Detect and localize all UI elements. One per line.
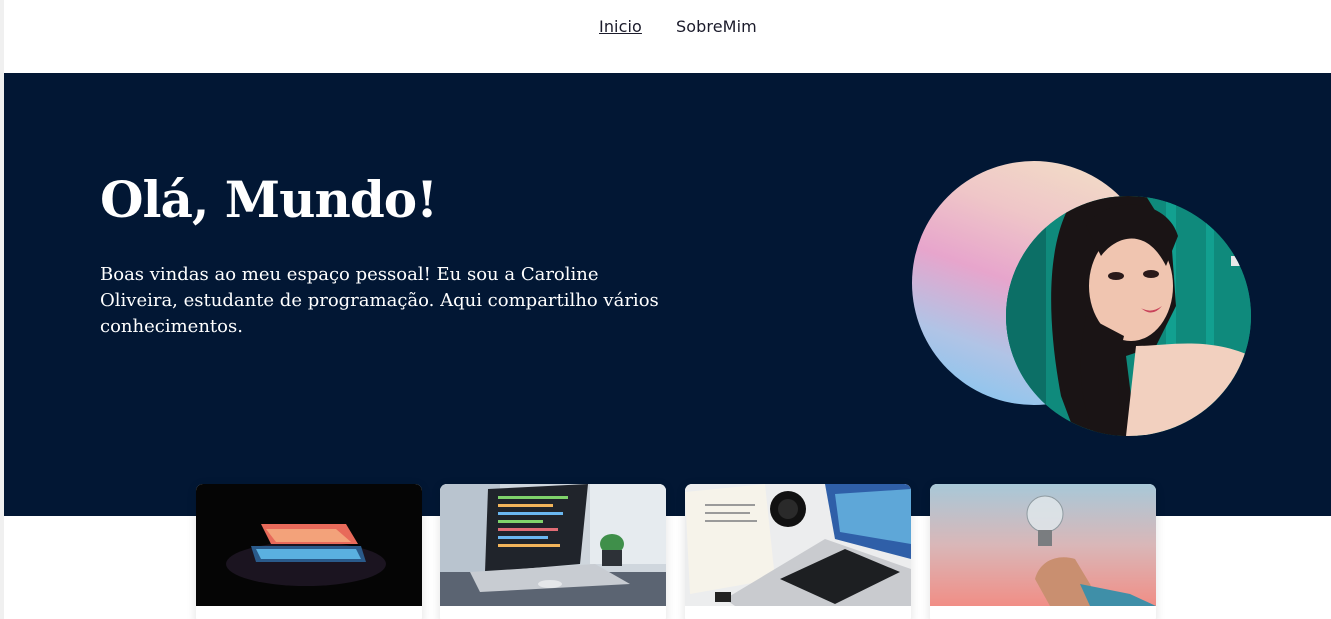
card-glowing-laptop[interactable]	[196, 484, 422, 619]
hero-text: Boas vindas ao meu espaço pessoal! Eu so…	[100, 264, 659, 337]
hero-section: Olá, Mundo! Boas vindas ao meu espaço pe…	[4, 73, 1331, 516]
glowing-laptop-image	[196, 484, 422, 606]
card-lightbulb[interactable]	[930, 484, 1156, 619]
nav-link-sobremim[interactable]: SobreMim	[676, 17, 757, 36]
hand-holding-lightbulb-image	[930, 484, 1156, 606]
laptop-code-desk-image	[440, 484, 666, 606]
card-laptop-code[interactable]	[440, 484, 666, 619]
hero-title: Olá, Mundo!	[100, 170, 438, 229]
page: Inicio SobreMim Olá, Mundo! Boas vindas …	[0, 0, 1331, 619]
laptop-notebook-camera-image	[685, 484, 911, 606]
nav-link-inicio[interactable]: Inicio	[599, 17, 642, 36]
top-nav: Inicio SobreMim	[4, 0, 1331, 73]
card-laptop-notebook[interactable]	[685, 484, 911, 619]
profile-photo	[1006, 196, 1251, 436]
profile-photo-image	[1006, 196, 1251, 436]
